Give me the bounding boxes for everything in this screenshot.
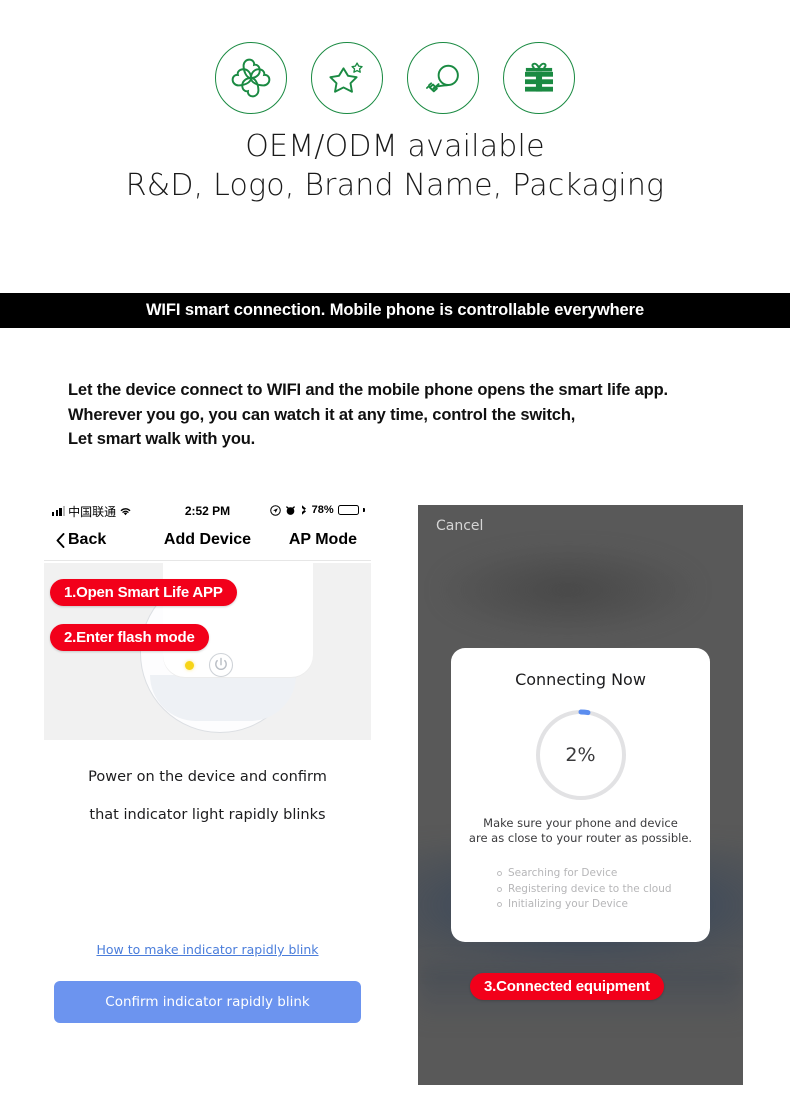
clover-icon bbox=[215, 42, 287, 114]
callout-step-1: 1.Open Smart Life APP bbox=[50, 579, 237, 606]
wifi-banner-text: WIFI smart connection. Mobile phone is c… bbox=[145, 301, 645, 319]
plug-cable-icon bbox=[407, 42, 479, 114]
step-bullet-icon bbox=[497, 902, 502, 908]
alarm-clock-icon bbox=[285, 505, 295, 515]
wifi-banner: WIFI smart connection. Mobile phone is c… bbox=[0, 293, 790, 328]
router-proximity-hint: Make sure your phone and device are as c… bbox=[451, 816, 710, 845]
callout-step-3: 3.Connected equipment bbox=[470, 973, 664, 1000]
battery-icon bbox=[337, 505, 359, 515]
progress-ring: 2% bbox=[531, 705, 631, 805]
blurred-background-top bbox=[438, 545, 698, 635]
connecting-steps-list: Searching for Device Registering device … bbox=[497, 866, 710, 913]
confirm-indicator-button[interactable]: Confirm indicator rapidly blink bbox=[54, 981, 361, 1023]
router-hint-line-2: are as close to your router as possible. bbox=[468, 830, 693, 845]
list-item: Searching for Device bbox=[497, 866, 710, 882]
progress-percent-label: 2% bbox=[565, 744, 596, 766]
indicator-led bbox=[185, 661, 194, 670]
step-label: Registering device to the cloud bbox=[508, 882, 672, 895]
list-item: Registering device to the cloud bbox=[497, 882, 710, 898]
oem-headline: OEM/ODM available R&D, Logo, Brand Name,… bbox=[0, 128, 790, 206]
status-bar-right: 78% bbox=[269, 504, 365, 516]
device-instructions: Power on the device and confirm that ind… bbox=[44, 758, 371, 834]
power-button-icon bbox=[208, 652, 234, 678]
device-instruction-line-1: Power on the device and confirm bbox=[88, 769, 327, 785]
description-line-1: Let the device connect to WIFI and the m… bbox=[68, 381, 668, 399]
callout-step-2: 2.Enter flash mode bbox=[50, 624, 209, 651]
device-instruction-line-2: that indicator light rapidly blinks bbox=[89, 807, 326, 823]
ap-mode-button[interactable]: AP Mode bbox=[289, 531, 357, 549]
add-device-screen: 中国联通 2:52 PM 78% Back Add Device AP Mode… bbox=[44, 500, 371, 1085]
battery-percent-label: 78% bbox=[311, 504, 334, 516]
step-label: Initializing your Device bbox=[508, 898, 628, 910]
step-bullet-icon bbox=[497, 886, 502, 892]
feature-icons-row bbox=[0, 38, 790, 118]
connecting-modal: Connecting Now 2% Make sure your phone a… bbox=[451, 648, 710, 942]
description-line-3: Let smart walk with you. bbox=[68, 430, 256, 448]
battery-nub bbox=[363, 508, 365, 512]
app-screenshots: 中国联通 2:52 PM 78% Back Add Device AP Mode… bbox=[0, 500, 790, 1085]
list-item: Initializing your Device bbox=[497, 897, 710, 913]
connecting-modal-title: Connecting Now bbox=[515, 670, 646, 689]
oem-headline-line1: OEM/ODM available bbox=[245, 129, 545, 164]
step-label: Searching for Device bbox=[508, 867, 618, 879]
bluetooth-icon bbox=[301, 505, 306, 515]
gift-icon bbox=[503, 42, 575, 114]
oem-headline-line2: R&D, Logo, Brand Name, Packaging bbox=[125, 168, 665, 203]
nav-divider bbox=[44, 560, 371, 561]
description-paragraph: Let the device connect to WIFI and the m… bbox=[68, 378, 768, 452]
star-icon bbox=[311, 42, 383, 114]
location-arrow-icon bbox=[269, 504, 281, 516]
cancel-button[interactable]: Cancel bbox=[436, 518, 483, 534]
nav-bar: Back Add Device AP Mode bbox=[44, 526, 371, 558]
step-bullet-icon bbox=[497, 871, 502, 877]
how-to-blink-link[interactable]: How to make indicator rapidly blink bbox=[44, 942, 371, 957]
router-hint-line-1: Make sure your phone and device bbox=[483, 816, 678, 830]
description-line-2: Wherever you go, you can watch it at any… bbox=[68, 405, 576, 424]
status-bar: 中国联通 2:52 PM 78% bbox=[44, 500, 371, 526]
device-base bbox=[150, 675, 296, 721]
